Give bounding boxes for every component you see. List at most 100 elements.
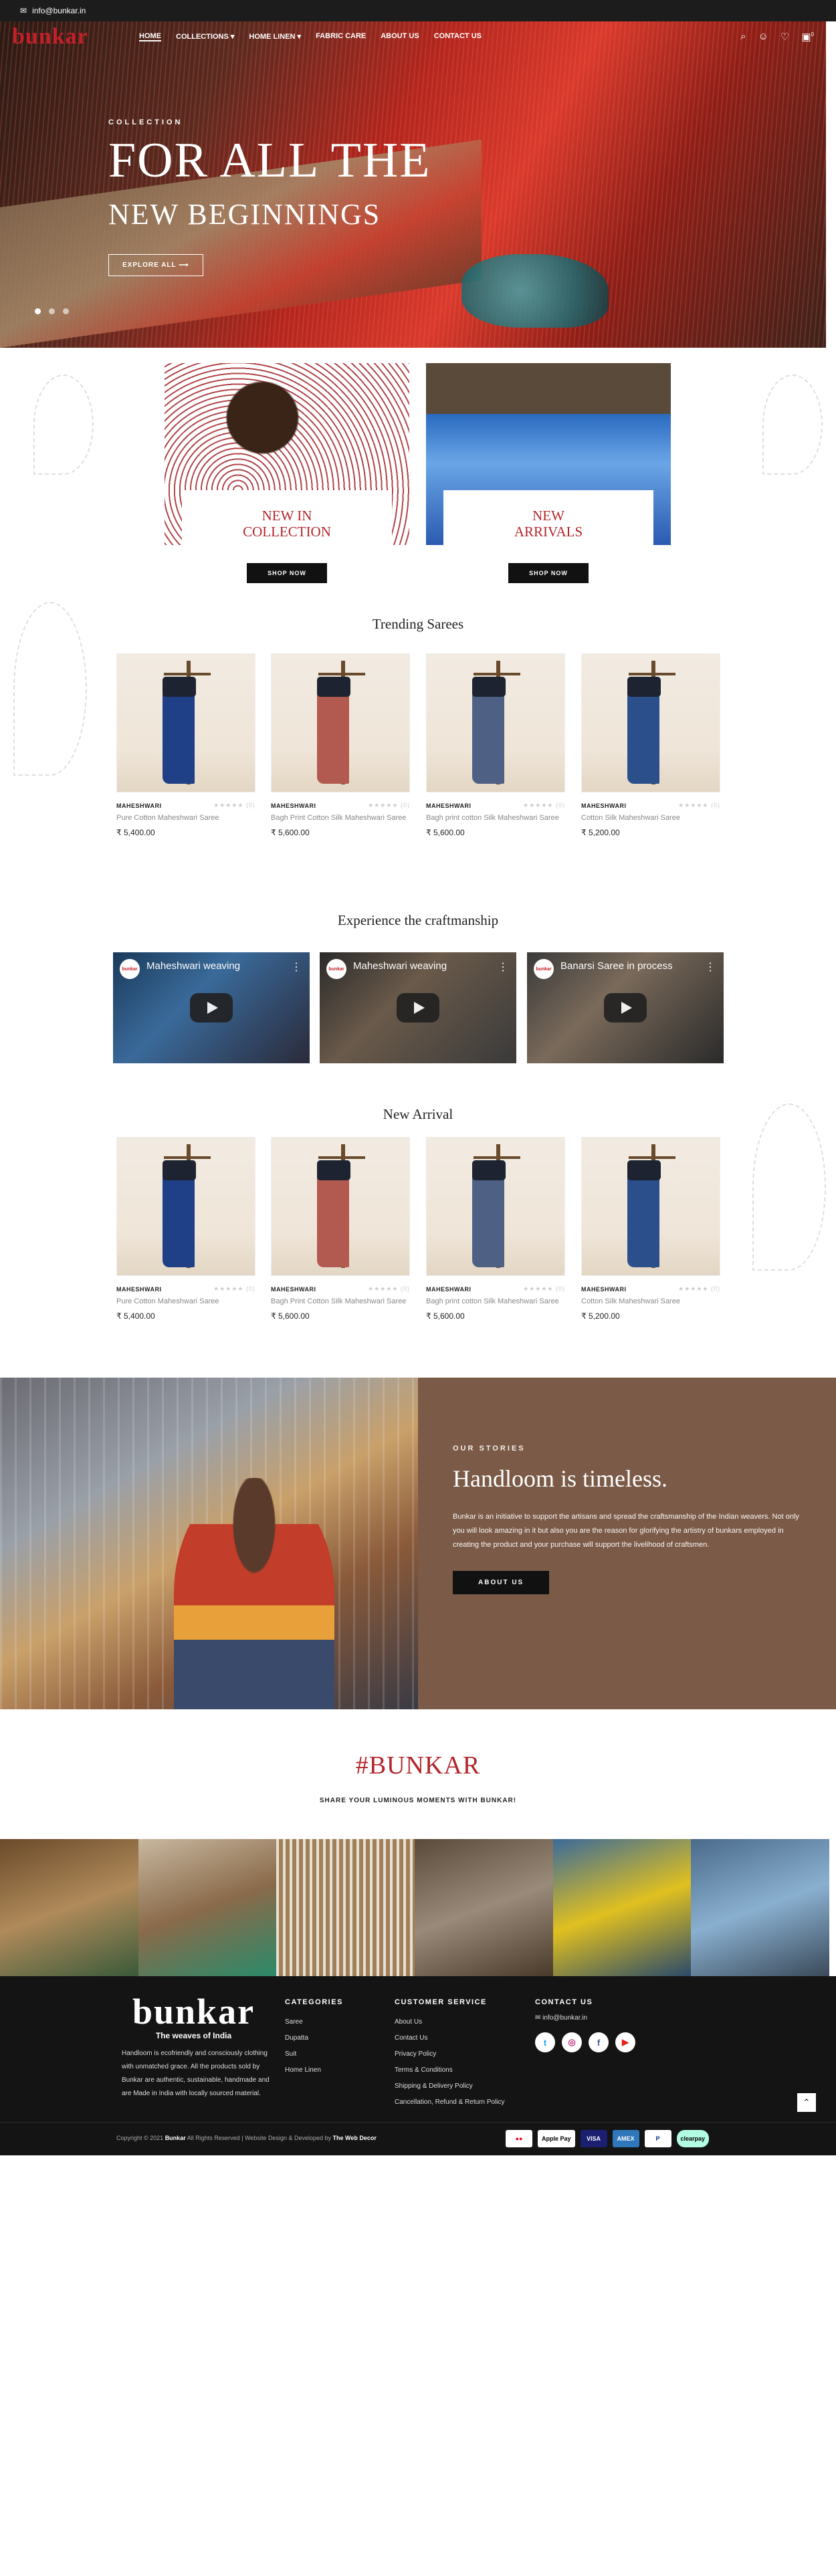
nav-item-home-linen[interactable]: HOME LINEN ▾ [249, 32, 301, 41]
product-image[interactable] [581, 653, 720, 792]
product-card[interactable]: MAHESHWARI ★★★★★ (0) Pure Cotton Maheshwar… [116, 1137, 255, 1321]
product-brand[interactable]: MAHESHWARI [426, 1286, 472, 1293]
product-name[interactable]: Bagh print cotton Silk Maheshwari Saree [426, 813, 565, 823]
nav-icons: ⌕ ☺ ♡ ▣0 [740, 31, 814, 43]
play-icon[interactable] [397, 993, 439, 1023]
product-name[interactable]: Bagh Print Cotton Silk Maheshwari Saree [271, 1297, 410, 1306]
video-player[interactable]: bunkar Banarsi Saree in process ⋮ [527, 952, 724, 1063]
product-card[interactable]: MAHESHWARI ★★★★★ (0) Cotton Silk Maheshwar… [581, 1137, 720, 1321]
nav-item-about[interactable]: ABOUT US [381, 32, 419, 41]
facebook-icon[interactable]: f [589, 2032, 609, 2052]
more-options-icon[interactable]: ⋮ [291, 960, 302, 974]
product-name[interactable]: Cotton Silk Maheshwari Saree [581, 813, 720, 823]
product-image[interactable] [116, 1137, 255, 1276]
product-card[interactable]: MAHESHWARI ★★★★★ (0) Cotton Silk Maheshwar… [581, 653, 720, 837]
play-icon[interactable] [604, 993, 647, 1023]
product-brand[interactable]: MAHESHWARI [271, 1286, 316, 1293]
user-icon[interactable]: ☺ [758, 31, 768, 43]
nav-item-home[interactable]: HOME [139, 32, 161, 41]
saree-blouse [317, 677, 350, 697]
gallery-image[interactable] [415, 1839, 553, 1976]
twitter-icon[interactable]: t [535, 2032, 555, 2052]
collection-card-new-arrivals[interactable]: NEW ARRIVALS [426, 363, 671, 545]
slider-dot-1[interactable] [35, 308, 41, 314]
more-options-icon[interactable]: ⋮ [705, 960, 716, 974]
scroll-to-top-button[interactable]: ⌃ [797, 2093, 816, 2112]
about-us-button[interactable]: ABOUT US [453, 1570, 550, 1594]
video-title[interactable]: Maheshwari weaving [353, 960, 447, 972]
footer-bottom: Copyright © 2021 Bunkar All Rights Reser… [0, 2122, 836, 2155]
product-image[interactable] [426, 1137, 565, 1276]
more-options-icon[interactable]: ⋮ [498, 960, 508, 974]
slider-dot-3[interactable] [63, 308, 69, 314]
nav-item-contact[interactable]: CONTACT US [434, 32, 482, 41]
youtube-icon[interactable]: ▶ [615, 2032, 635, 2052]
product-card[interactable]: MAHESHWARI ★★★★★ (0) Bagh print cotton Sil… [426, 653, 565, 837]
product-image[interactable] [116, 653, 255, 792]
site-logo[interactable]: bunkar [12, 24, 139, 49]
shop-now-button[interactable]: SHOP NOW [247, 563, 327, 583]
product-name[interactable]: Bagh print cotton Silk Maheshwari Saree [426, 1297, 565, 1306]
slider-dot-2[interactable] [49, 308, 55, 314]
copyright-brand[interactable]: Bunkar [165, 2135, 186, 2141]
product-brand[interactable]: MAHESHWARI [581, 802, 627, 809]
collection-label: NEW IN COLLECTION [182, 490, 392, 545]
gallery-image[interactable] [691, 1839, 830, 1976]
video-title[interactable]: Maheshwari weaving [146, 960, 240, 972]
footer-link[interactable]: Home Linen [285, 2062, 343, 2078]
footer-heading: CONTACT US [535, 1998, 593, 2006]
copyright-developer[interactable]: The Web Decor [333, 2135, 377, 2141]
gallery-image[interactable] [138, 1839, 277, 1976]
gallery-image[interactable] [276, 1839, 415, 1976]
footer-link[interactable]: Dupatta [285, 2030, 343, 2046]
footer-link[interactable]: Saree [285, 2014, 343, 2030]
footer-link[interactable]: Terms & Conditions [395, 2062, 505, 2078]
product-image[interactable] [426, 653, 565, 792]
product-image[interactable] [271, 653, 410, 792]
product-name[interactable]: Cotton Silk Maheshwari Saree [581, 1297, 720, 1306]
product-image[interactable] [581, 1137, 720, 1276]
footer-link[interactable]: Suit [285, 2046, 343, 2062]
explore-all-button[interactable]: EXPLORE ALL ⟶ [108, 254, 203, 276]
play-icon[interactable] [190, 993, 233, 1023]
saree-stand-bar [474, 1156, 520, 1159]
product-card[interactable]: MAHESHWARI ★★★★★ (0) Pure Cotton Maheshwar… [116, 653, 255, 837]
footer-link[interactable]: Contact Us [395, 2030, 505, 2046]
amex-icon: AMEX [612, 2130, 639, 2147]
product-card[interactable]: MAHESHWARI ★★★★★ (0) Bagh Print Cotton Sil… [271, 653, 410, 837]
video-player[interactable]: bunkar Maheshwari weaving ⋮ [320, 952, 516, 1063]
search-icon[interactable]: ⌕ [740, 31, 746, 43]
heart-icon[interactable]: ♡ [780, 31, 789, 43]
product-brand[interactable]: MAHESHWARI [581, 1286, 627, 1293]
gallery-image[interactable] [552, 1839, 692, 1976]
top-email[interactable]: info@bunkar.in [32, 6, 86, 15]
footer-link[interactable]: About Us [395, 2014, 505, 2030]
cart-icon[interactable]: ▣0 [801, 31, 814, 43]
product-brand[interactable]: MAHESHWARI [426, 802, 472, 809]
product-brand[interactable]: MAHESHWARI [116, 802, 162, 809]
video-title[interactable]: Banarsi Saree in process [560, 960, 673, 972]
product-image[interactable] [271, 1137, 410, 1276]
collection-card-new-in[interactable]: NEW IN COLLECTION [165, 363, 409, 545]
instagram-icon[interactable]: ◎ [562, 2032, 582, 2052]
footer-link[interactable]: Shipping & Delivery Policy [395, 2078, 505, 2095]
product-brand[interactable]: MAHESHWARI [116, 1286, 162, 1293]
copyright-prefix: Copyright © 2021 [116, 2135, 164, 2141]
collection-label-line: NEW [532, 508, 564, 524]
product-card[interactable]: MAHESHWARI ★★★★★ (0) Bagh print cotton Sil… [426, 1137, 565, 1321]
product-name[interactable]: Pure Cotton Maheshwari Saree [116, 813, 255, 823]
nav-item-fabric-care[interactable]: FABRIC CARE [316, 32, 366, 41]
footer-logo[interactable]: bunkar The weaves of India [122, 1994, 266, 2040]
footer-link[interactable]: Cancellation, Refund & Return Policy [395, 2095, 505, 2111]
nav-item-collections[interactable]: COLLECTIONS ▾ [176, 32, 234, 41]
shop-now-button[interactable]: SHOP NOW [508, 563, 589, 583]
footer-link[interactable]: Privacy Policy [395, 2046, 505, 2062]
product-name[interactable]: Bagh Print Cotton Silk Maheshwari Saree [271, 813, 410, 823]
product-card[interactable]: MAHESHWARI ★★★★★ (0) Bagh Print Cotton Sil… [271, 1137, 410, 1321]
product-brand[interactable]: MAHESHWARI [271, 802, 316, 809]
product-name[interactable]: Pure Cotton Maheshwari Saree [116, 1297, 255, 1306]
video-player[interactable]: bunkar Maheshwari weaving ⋮ [113, 952, 310, 1063]
footer-tagline: The weaves of India [155, 2031, 232, 2040]
footer-email[interactable]: info@bunkar.in [542, 2014, 587, 2022]
gallery-image[interactable] [0, 1839, 138, 1976]
